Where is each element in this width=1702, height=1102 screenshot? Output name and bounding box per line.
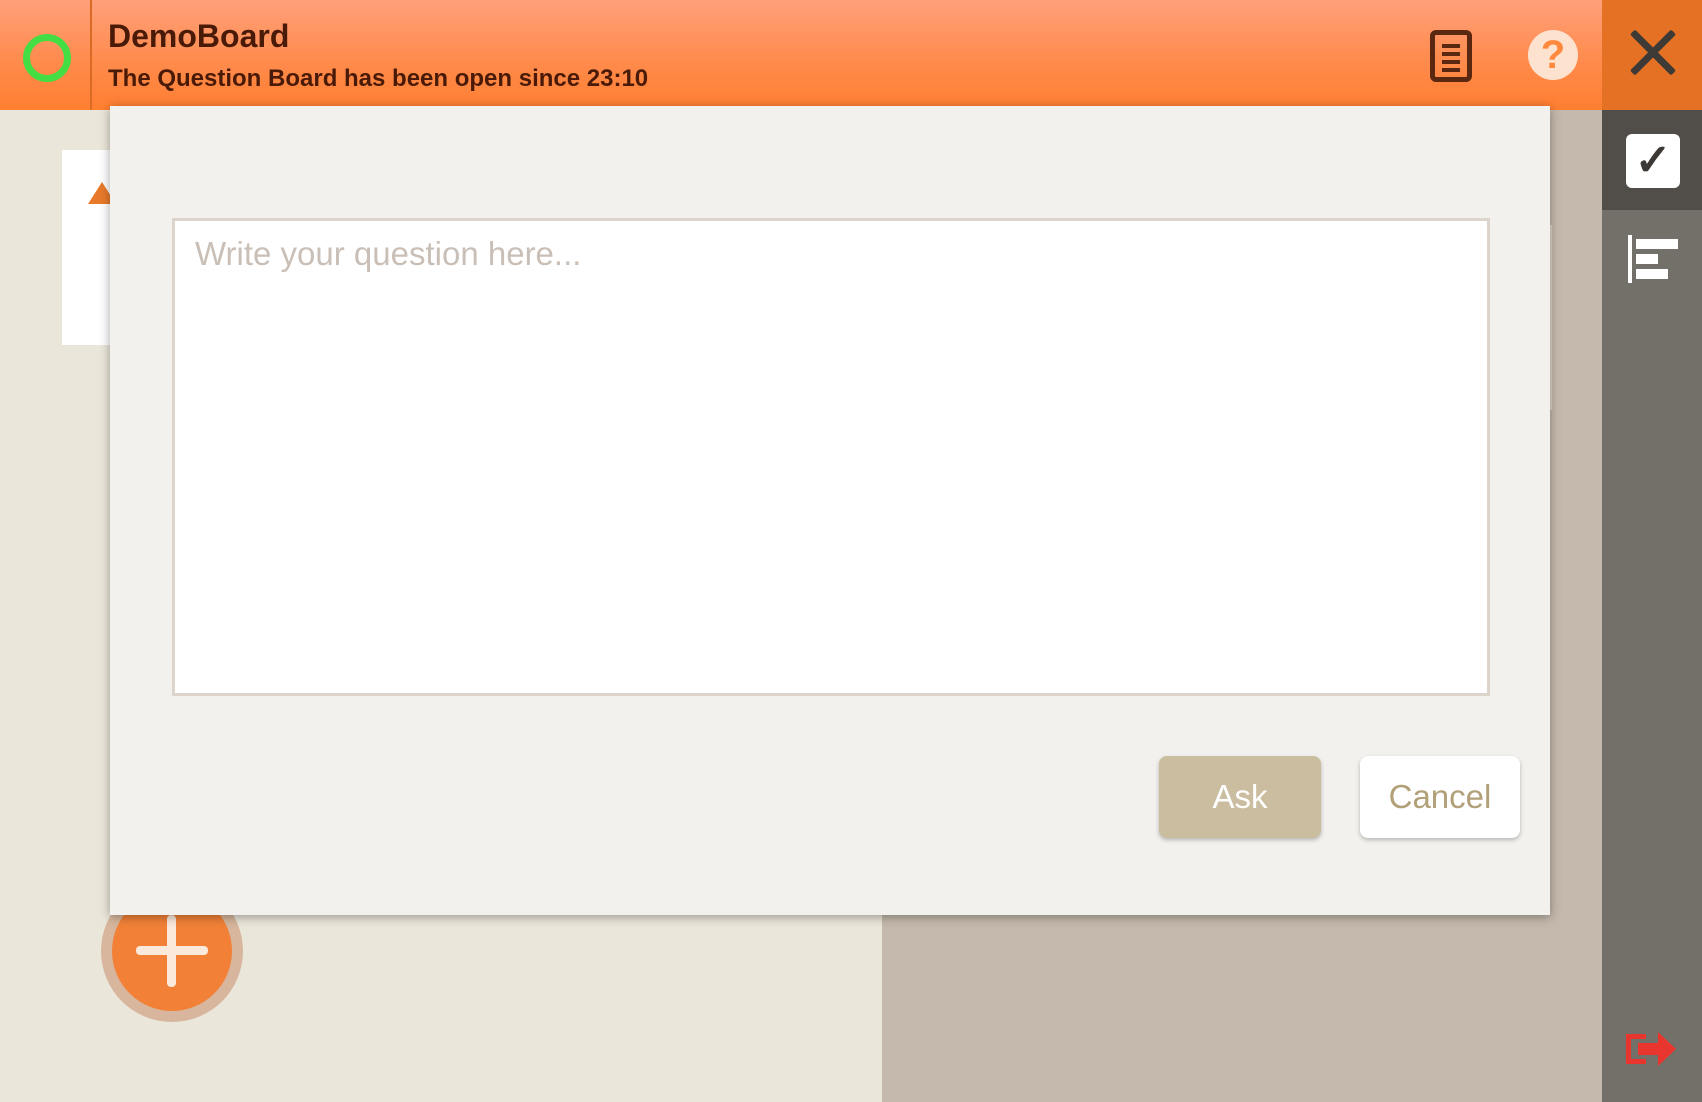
checkbox-icon: ✓ [1626, 134, 1680, 188]
ask-button[interactable]: Ask [1159, 756, 1321, 838]
exit-icon[interactable] [1626, 1030, 1678, 1070]
status-ring-icon [23, 34, 71, 82]
header-bar: DemoBoard The Question Board has been op… [0, 0, 1602, 110]
status-indicator [0, 0, 92, 110]
close-icon [1628, 28, 1678, 78]
answered-filter-button[interactable]: ✓ [1602, 110, 1702, 210]
ask-question-dialog: Ask Cancel [110, 106, 1550, 915]
question-input[interactable] [172, 218, 1490, 696]
board-title: DemoBoard [108, 18, 290, 54]
board-subtitle: The Question Board has been open since 2… [108, 65, 649, 92]
stats-icon[interactable] [1628, 235, 1680, 287]
document-list-icon[interactable] [1430, 30, 1472, 82]
close-button[interactable] [1602, 0, 1702, 110]
right-sidebar: ✓ [1602, 0, 1702, 1102]
help-icon[interactable]: ? [1528, 30, 1578, 80]
cancel-button[interactable]: Cancel [1360, 756, 1520, 838]
